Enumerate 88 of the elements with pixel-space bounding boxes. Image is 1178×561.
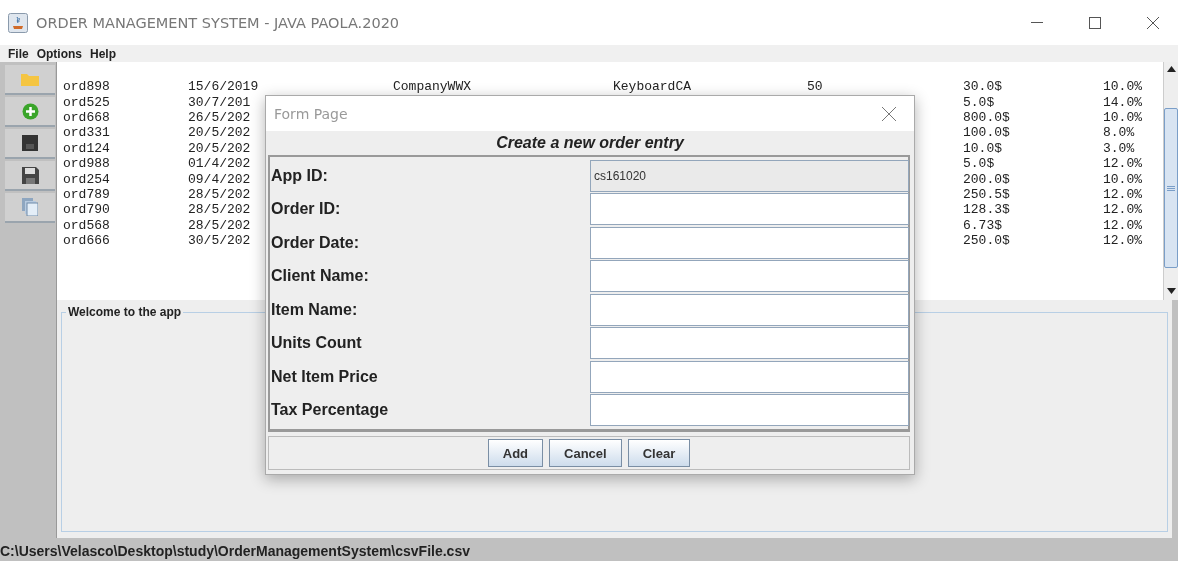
scroll-up-icon[interactable] — [1166, 66, 1176, 72]
table-cell: 09/4/202 — [188, 171, 251, 187]
table-cell: 20/5/202 — [188, 140, 251, 156]
field-label: Item Name: — [270, 300, 359, 319]
table-cell: 30/5/202 — [188, 233, 251, 249]
scroll-down-icon[interactable] — [1166, 288, 1176, 294]
table-cell: 800.0$ — [963, 109, 1010, 125]
field-label: Order ID: — [270, 200, 342, 219]
close-icon — [881, 105, 897, 122]
floppy-icon — [22, 135, 38, 151]
table-cell: 28/5/202 — [188, 186, 251, 202]
table-cell: 26/5/202 — [188, 109, 251, 125]
table-cell: 12.0% — [1103, 202, 1142, 218]
table-cell: 28/5/202 — [188, 202, 251, 218]
table-cell: 30/7/201 — [188, 94, 251, 110]
field-label: Client Name: — [270, 267, 370, 286]
field-label: App ID: — [270, 166, 329, 185]
table-cell: 200.0$ — [963, 171, 1010, 187]
toolbar-button[interactable] — [5, 161, 55, 191]
scroll-thumb[interactable] — [1164, 108, 1178, 268]
table-cell: ord124 — [63, 140, 110, 156]
input-field[interactable] — [590, 260, 909, 293]
dialog-title: Form Page — [274, 105, 349, 122]
table-cell: 5.0$ — [963, 156, 995, 172]
table-cell: ord568 — [63, 217, 110, 233]
table-cell: 5.0$ — [963, 94, 995, 110]
window-title: ORDER MANAGEMENT SYSTEM - JAVA PAOLA.2020 — [36, 14, 401, 31]
table-cell: 20/5/202 — [188, 125, 251, 141]
table-cell: 10.0% — [1103, 79, 1142, 95]
table-cell: 3.0% — [1103, 140, 1135, 156]
menu-item[interactable]: File — [4, 46, 33, 61]
documents-icon — [22, 198, 38, 216]
table-cell: ord988 — [63, 156, 110, 172]
table-cell: 12.0% — [1103, 186, 1142, 202]
dialog-button[interactable]: Clear — [627, 439, 691, 467]
table-cell: 250.5$ — [963, 186, 1010, 202]
table-cell: 14.0% — [1103, 94, 1142, 110]
table-cell: 6.73$ — [963, 217, 1002, 233]
panel-title: Welcome to the app — [66, 305, 184, 319]
menu-item[interactable]: Options — [32, 46, 86, 61]
table-cell: 10.0% — [1103, 109, 1142, 125]
table-cell: 30.0$ — [963, 79, 1002, 95]
table-cell: ord254 — [63, 171, 110, 187]
table-cell: ord668 — [63, 109, 110, 125]
dialog-button[interactable]: Cancel — [549, 439, 622, 467]
input-field[interactable] — [590, 293, 909, 326]
form-heading: Create a new order entry — [496, 134, 684, 152]
field-label: Order Date: — [270, 233, 361, 252]
save-icon — [21, 166, 39, 184]
input-field[interactable] — [590, 327, 909, 360]
table-cell: 250.0$ — [963, 233, 1010, 249]
dialog-button[interactable]: Add — [487, 439, 544, 467]
menu-item[interactable]: Help — [86, 46, 120, 61]
table-cell: ord331 — [63, 125, 110, 141]
table-cell: ord525 — [63, 94, 110, 110]
table-cell: 12.0% — [1103, 217, 1142, 233]
table-cell: 10.0$ — [963, 140, 1002, 156]
table-cell: ord789 — [63, 186, 110, 202]
table-cell: 8.0% — [1103, 125, 1135, 141]
field-label: Net Item Price — [270, 367, 379, 386]
input-field[interactable] — [590, 226, 909, 259]
table-cell: 12.0% — [1103, 233, 1142, 249]
folder-icon — [21, 72, 39, 86]
table-cell: ord790 — [63, 202, 110, 218]
table-cell: 100.0$ — [963, 125, 1010, 141]
input-field[interactable] — [590, 394, 909, 427]
table-cell: CompanyWWX — [393, 79, 471, 95]
input-field[interactable] — [590, 193, 909, 226]
file-path: C:\Users\Velasco\Desktop\study\OrderManagementSystem\csvFile.csv — [0, 542, 470, 559]
table-cell: KeyboardCA — [613, 79, 691, 95]
table-cell: 28/5/202 — [188, 217, 251, 233]
table-cell: 12.0% — [1103, 156, 1142, 172]
minimize-icon — [1031, 21, 1043, 24]
toolbar-button[interactable] — [5, 129, 55, 159]
maximize-icon — [1089, 16, 1101, 29]
app-icon — [8, 12, 28, 33]
table-cell: 128.3$ — [963, 202, 1010, 218]
field-label: Units Count — [270, 334, 363, 353]
table-cell: 10.0% — [1103, 171, 1142, 187]
field-label: Tax Percentage — [270, 401, 390, 420]
table-cell: 50 — [807, 79, 823, 95]
table-cell: 15/6/2019 — [188, 79, 259, 95]
plus-icon — [21, 102, 39, 120]
input-field[interactable] — [590, 360, 909, 393]
table-cell: 01/4/202 — [188, 156, 251, 172]
table-cell: ord898 — [63, 79, 110, 95]
table-cell: ord666 — [63, 233, 110, 249]
close-icon — [1146, 15, 1160, 30]
